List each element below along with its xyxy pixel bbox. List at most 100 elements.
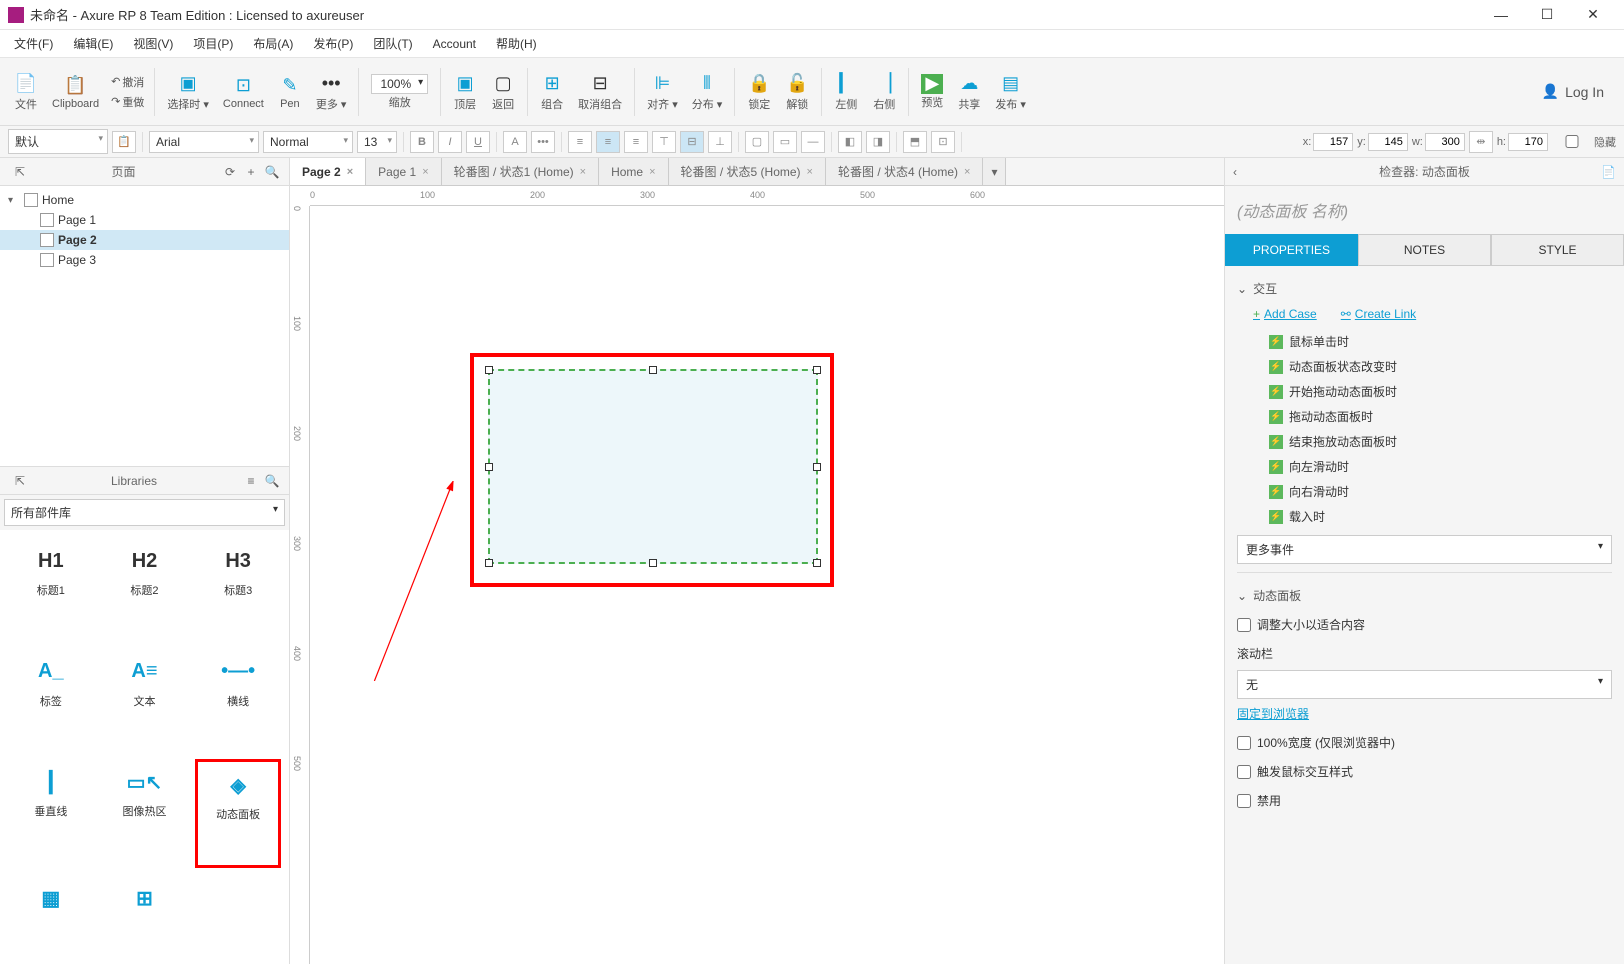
lib-menu-icon[interactable]: ≡ (242, 472, 260, 490)
close-tab-icon[interactable]: × (964, 166, 970, 178)
zoom-tool[interactable]: 100% 缩放 (365, 72, 434, 112)
inspector-back-icon[interactable]: ‹ (1233, 165, 1237, 179)
resize-handle[interactable] (813, 463, 821, 471)
left-pane-tool[interactable]: ▎ 左侧 (828, 70, 864, 114)
tab-overflow[interactable]: ▾ (983, 158, 1006, 185)
library-dropdown[interactable]: 所有部件库 (4, 499, 285, 526)
bold-button[interactable]: B (410, 131, 434, 153)
bring-front-tool[interactable]: ▣ 顶层 (447, 70, 483, 114)
minimize-button[interactable]: — (1478, 0, 1524, 30)
text-color-button[interactable]: A (503, 131, 527, 153)
y-input[interactable] (1368, 133, 1408, 151)
close-tab-icon[interactable]: × (422, 166, 428, 178)
tab-style[interactable]: STYLE (1491, 234, 1624, 266)
size-select[interactable]: 13 (357, 131, 397, 153)
style-apply-icon[interactable]: 📋 (112, 131, 136, 153)
widget-dynamic-panel[interactable]: ◈动态面板 (195, 759, 281, 868)
corner-button[interactable]: ⬒ (903, 131, 927, 153)
italic-button[interactable]: I (438, 131, 462, 153)
tab-properties[interactable]: PROPERTIES (1225, 234, 1358, 266)
section-interactions[interactable]: ⌄ 交互 (1237, 274, 1612, 303)
tab-state4[interactable]: 轮番图 / 状态4 (Home)× (826, 158, 983, 185)
event-swipe-left[interactable]: ⚡向左滑动时 (1237, 454, 1612, 479)
search-pages-icon[interactable]: 🔍 (263, 163, 281, 181)
menu-help[interactable]: 帮助(H) (486, 31, 547, 56)
menu-view[interactable]: 视图(V) (123, 31, 183, 56)
lock-tool[interactable]: 🔒 锁定 (741, 70, 777, 114)
right-pane-tool[interactable]: ▕ 右侧 (866, 70, 902, 114)
disabled-check[interactable]: 禁用 (1237, 786, 1612, 815)
menu-arrange[interactable]: 布局(A) (243, 31, 303, 56)
h-input[interactable] (1508, 133, 1548, 151)
resize-handle[interactable] (485, 366, 493, 374)
x-input[interactable] (1313, 133, 1353, 151)
inspector-page-icon[interactable]: 📄 (1601, 165, 1616, 179)
search-lib-icon[interactable]: 🔍 (263, 472, 281, 490)
hidden-checkbox[interactable] (1552, 135, 1592, 148)
w-input[interactable] (1425, 133, 1465, 151)
redo-button[interactable]: ↷ 重做 (107, 93, 148, 111)
collapse-icon[interactable]: ⇱ (11, 163, 29, 181)
canvas[interactable] (310, 206, 1224, 964)
more-text-button[interactable]: ••• (531, 131, 555, 153)
distribute-tool[interactable]: ⦀ 分布 ▾ (686, 70, 729, 114)
preview-tool[interactable]: ▶ 预览 (915, 72, 949, 112)
resize-handle[interactable] (485, 559, 493, 567)
valign-top-button[interactable]: ⊤ (652, 131, 676, 153)
tab-state1[interactable]: 轮番图 / 状态1 (Home)× (442, 158, 599, 185)
close-tab-icon[interactable]: × (347, 166, 353, 178)
event-drag-start[interactable]: ⚡开始拖动动态面板时 (1237, 379, 1612, 404)
valign-middle-button[interactable]: ⊟ (680, 131, 704, 153)
send-back-tool[interactable]: ▢ 返回 (485, 70, 521, 114)
more-events-select[interactable]: 更多事件 (1237, 535, 1612, 564)
outer-shadow-button[interactable]: ◧ (838, 131, 862, 153)
widget-vr[interactable]: ┃垂直线 (8, 759, 94, 868)
widget-name-input[interactable]: (动态面板 名称) (1225, 186, 1624, 234)
tab-state5[interactable]: 轮番图 / 状态5 (Home)× (669, 158, 826, 185)
border-button[interactable]: ▭ (773, 131, 797, 153)
create-link-link[interactable]: ⚯ Create Link (1341, 307, 1416, 321)
fit-content-check[interactable]: 调整大小以适合内容 (1237, 610, 1612, 639)
event-load[interactable]: ⚡载入时 (1237, 504, 1612, 529)
widget-h3[interactable]: H3标题3 (195, 538, 281, 641)
align-left-button[interactable]: ≡ (568, 131, 592, 153)
resize-handle[interactable] (649, 559, 657, 567)
menu-file[interactable]: 文件(F) (4, 31, 63, 56)
more-tool[interactable]: ••• 更多 ▾ (310, 70, 353, 114)
close-tab-icon[interactable]: × (580, 166, 586, 178)
widget-label[interactable]: A_标签 (8, 649, 94, 752)
menu-project[interactable]: 项目(P) (183, 31, 243, 56)
add-folder-icon[interactable]: ⟳ (221, 163, 239, 181)
inner-shadow-button[interactable]: ◨ (866, 131, 890, 153)
menu-team[interactable]: 团队(T) (363, 31, 422, 56)
padding-button[interactable]: ⊡ (931, 131, 955, 153)
expand-icon[interactable]: ▾ (8, 195, 20, 206)
pin-browser-link[interactable]: 固定到浏览器 (1237, 699, 1612, 728)
tree-item-home[interactable]: ▾ Home (0, 190, 289, 210)
close-tab-icon[interactable]: × (807, 166, 813, 178)
style-select[interactable]: 默认 (8, 129, 108, 154)
widget-h2[interactable]: H2标题2 (102, 538, 188, 641)
tab-notes[interactable]: NOTES (1358, 234, 1491, 266)
select-mode-tool[interactable]: ▣ 选择时 ▾ (161, 70, 215, 114)
width-100-check[interactable]: 100%宽度 (仅限浏览器中) (1237, 728, 1612, 757)
fill-button[interactable]: ▢ (745, 131, 769, 153)
widget-extra2[interactable]: ⊞ (102, 876, 188, 957)
font-select[interactable]: Arial (149, 131, 259, 153)
trigger-mouse-check[interactable]: 触发鼠标交互样式 (1237, 757, 1612, 786)
add-case-link[interactable]: + Add Case (1253, 307, 1317, 321)
publish-tool[interactable]: ▤ 发布 ▾ (989, 70, 1032, 114)
dynamic-panel-widget[interactable] (488, 369, 818, 564)
group-tool[interactable]: ⊞ 组合 (534, 70, 570, 114)
resize-handle[interactable] (813, 366, 821, 374)
event-swipe-right[interactable]: ⚡向右滑动时 (1237, 479, 1612, 504)
resize-handle[interactable] (485, 463, 493, 471)
hidden-check[interactable]: 隐藏 (1552, 134, 1616, 150)
lock-aspect-icon[interactable]: ⇹ (1469, 131, 1493, 153)
file-tool[interactable]: 📄 文件 (8, 70, 44, 114)
unlock-tool[interactable]: 🔓 解锁 (779, 70, 815, 114)
widget-h1[interactable]: H1标题1 (8, 538, 94, 641)
connect-tool[interactable]: ⊡ Connect (217, 72, 270, 112)
zoom-select[interactable]: 100% (371, 74, 428, 94)
align-tool[interactable]: ⊫ 对齐 ▾ (641, 70, 684, 114)
